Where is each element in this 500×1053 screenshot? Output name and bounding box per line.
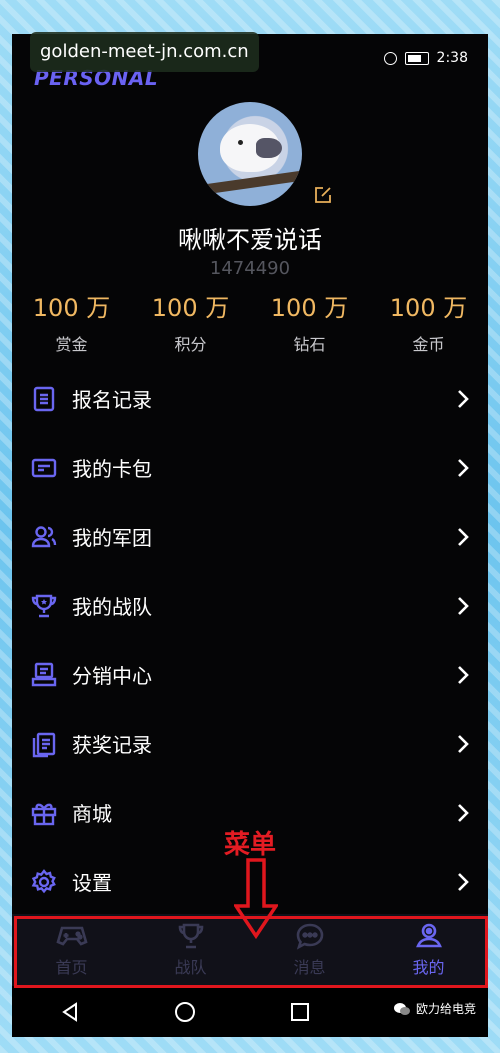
menu-item-label: 分销中心 xyxy=(72,664,152,688)
chevron-right-icon xyxy=(458,803,469,822)
chevron-right-icon xyxy=(458,389,469,408)
chevron-right-icon xyxy=(458,596,469,615)
gear-icon xyxy=(31,868,56,893)
chevron-right-icon xyxy=(458,734,469,753)
stat-value: 100 万 xyxy=(270,294,349,322)
menu-item-label: 商城 xyxy=(72,802,112,826)
menu-item-label: 我的战队 xyxy=(72,595,152,619)
stat-points[interactable]: 100 万 积分 xyxy=(131,288,250,355)
home-icon[interactable] xyxy=(174,1001,196,1023)
menu-item-award-records[interactable]: 获奖记录 xyxy=(12,709,488,778)
list-doc-icon xyxy=(33,386,55,411)
wechat-account-label: 欧力给电竞 xyxy=(393,1000,476,1017)
phone-screen: PERSONAL 2:38 啾啾不爱说话 1474490 100 万 赏金 10… xyxy=(12,34,488,1037)
distribution-icon xyxy=(31,662,57,686)
menu-item-label: 报名记录 xyxy=(72,388,152,412)
back-icon[interactable] xyxy=(59,1001,81,1023)
stat-value: 100 万 xyxy=(151,294,230,322)
wechat-label: 欧力给电竞 xyxy=(415,1002,476,1016)
stat-diamonds[interactable]: 100 万 钻石 xyxy=(250,288,369,355)
group-icon xyxy=(31,525,57,547)
battery-icon xyxy=(404,51,429,65)
edit-icon[interactable] xyxy=(314,186,332,204)
chevron-right-icon xyxy=(458,665,469,684)
gift-icon xyxy=(31,803,57,825)
stat-value: 100 万 xyxy=(389,294,468,322)
stat-bounty[interactable]: 100 万 赏金 xyxy=(12,288,131,355)
card-wallet-icon xyxy=(31,458,57,477)
stat-label: 金币 xyxy=(412,335,445,354)
stat-label: 钻石 xyxy=(293,335,326,354)
user-id: 1474490 xyxy=(209,258,291,279)
menu-item-label: 我的卡包 xyxy=(72,457,152,481)
annotation-label: 菜单 xyxy=(224,830,277,860)
stat-label: 赏金 xyxy=(55,335,88,354)
status-time: 2:38 xyxy=(436,50,468,66)
chevron-right-icon xyxy=(458,458,469,477)
menu-item-card-wallet[interactable]: 我的卡包 xyxy=(12,433,488,502)
stats-row: 100 万 赏金 100 万 积分 100 万 钻石 100 万 金币 xyxy=(12,288,488,355)
username: 啾啾不爱说话 xyxy=(178,226,322,254)
alarm-icon xyxy=(383,51,397,65)
menu-item-distribution-center[interactable]: 分销中心 xyxy=(12,640,488,709)
chevron-right-icon xyxy=(458,527,469,546)
award-record-icon xyxy=(32,732,56,757)
status-bar: 2:38 xyxy=(383,50,468,66)
stat-value: 100 万 xyxy=(32,294,111,322)
recents-icon[interactable] xyxy=(289,1001,311,1023)
chevron-right-icon xyxy=(458,872,469,891)
wechat-icon xyxy=(393,1002,410,1015)
annotation-highlight-box xyxy=(14,916,488,988)
stat-coins[interactable]: 100 万 金币 xyxy=(369,288,488,355)
trophy-icon xyxy=(31,594,57,617)
avatar[interactable] xyxy=(198,102,302,206)
menu-item-legion[interactable]: 我的军团 xyxy=(12,502,488,571)
menu-item-registration-records[interactable]: 报名记录 xyxy=(12,364,488,433)
menu-item-label: 我的军团 xyxy=(72,526,152,550)
menu-item-label: 获奖记录 xyxy=(72,733,152,757)
menu-item-team[interactable]: 我的战队 xyxy=(12,571,488,640)
watermark: golden-meet-jn.com.cn xyxy=(30,32,259,72)
stat-label: 积分 xyxy=(174,335,207,354)
